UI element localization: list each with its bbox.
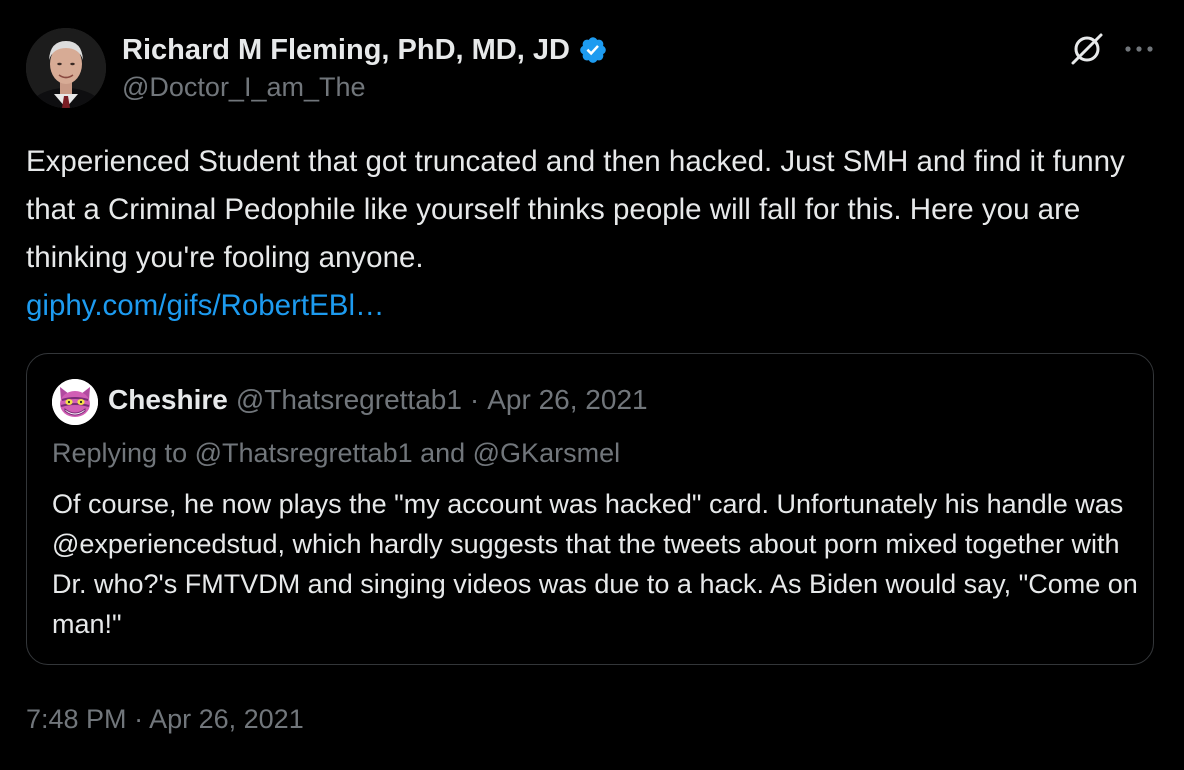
quote-author-name[interactable]: Cheshire <box>108 384 228 416</box>
quote-text: Of course, he now plays the "my account … <box>52 489 1138 639</box>
quoted-tweet-card[interactable]: Cheshire @Thatsregrettab1 · Apr 26, 2021… <box>26 353 1154 665</box>
tweet-timestamp: 7:48 PM · Apr 26, 2021 <box>26 704 304 735</box>
tweet-link[interactable]: giphy.com/gifs/RobertEBl… <box>26 282 1161 330</box>
author-handle[interactable]: @Doctor_I_am_The <box>122 72 366 103</box>
quote-avatar[interactable] <box>52 379 98 425</box>
quote-date[interactable]: Apr 26, 2021 <box>487 384 647 416</box>
author-name[interactable]: Richard M Fleming, PhD, MD, JD <box>122 34 570 67</box>
tweet-text: Experienced Student that got truncated a… <box>26 138 1161 330</box>
author-avatar[interactable] <box>26 28 106 108</box>
quote-author-handle[interactable]: @Thatsregrettab1 <box>236 384 462 416</box>
timestamp-separator: · <box>134 704 144 734</box>
quote-replying-to: Replying to @Thatsregrettab1 and @GKarsm… <box>52 438 621 468</box>
quote-header: Cheshire @Thatsregrettab1 · Apr 26, 2021 <box>108 384 648 416</box>
quote-separator: · <box>469 384 480 415</box>
grok-icon[interactable] <box>1068 30 1106 68</box>
author-name-row: Richard M Fleming, PhD, MD, JD <box>122 30 608 70</box>
tweet-body: Experienced Student that got truncated a… <box>26 145 1125 274</box>
more-icon[interactable] <box>1122 38 1156 60</box>
timestamp-time[interactable]: 7:48 PM <box>26 704 127 734</box>
verified-badge-icon <box>580 37 606 63</box>
timestamp-date[interactable]: Apr 26, 2021 <box>149 704 304 734</box>
tweet: Richard M Fleming, PhD, MD, JD @Doctor_I… <box>0 0 1184 770</box>
